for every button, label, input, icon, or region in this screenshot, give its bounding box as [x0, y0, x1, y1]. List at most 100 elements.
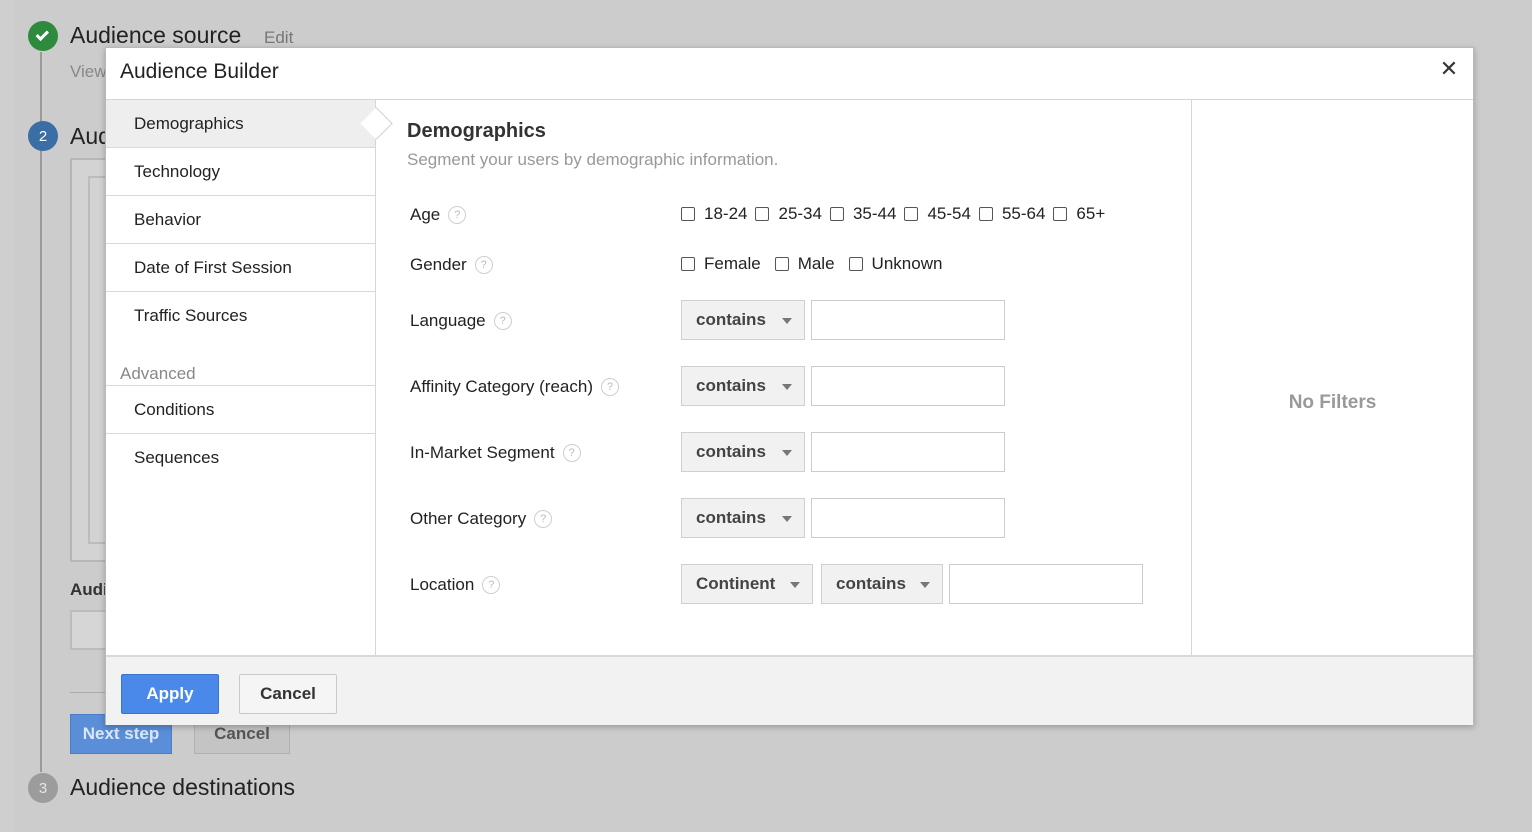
- location-operator-select[interactable]: contains: [821, 564, 943, 604]
- location-label: Location ?: [410, 575, 501, 595]
- help-icon[interactable]: ?: [562, 444, 581, 462]
- help-icon[interactable]: ?: [448, 206, 467, 224]
- checkbox-label: Female: [704, 254, 761, 273]
- cancel-button[interactable]: Cancel: [239, 674, 337, 714]
- help-icon[interactable]: ?: [600, 378, 619, 396]
- age-45-54-checkbox[interactable]: 45-54: [904, 204, 971, 224]
- form-subtitle: Segment your users by demographic inform…: [407, 150, 779, 169]
- checkbox-label: Male: [797, 254, 835, 273]
- in-market-value-input[interactable]: [811, 432, 1005, 472]
- modal-title: Audience Builder: [120, 60, 279, 83]
- checkbox-label: Unknown: [871, 254, 943, 273]
- gender-unknown-checkbox[interactable]: Unknown: [848, 254, 943, 274]
- location-label-text: Location: [410, 575, 475, 594]
- chevron-down-icon: [790, 582, 800, 588]
- other-category-label: Other Category ?: [410, 509, 553, 529]
- checkbox-icon[interactable]: [681, 257, 695, 271]
- demographics-form: Demographics Segment your users by demog…: [376, 100, 1192, 655]
- checkbox-icon[interactable]: [755, 207, 770, 221]
- checkbox-icon[interactable]: [1053, 207, 1068, 221]
- nav-item-behavior[interactable]: Behavior: [106, 196, 375, 244]
- select-value: contains: [836, 574, 906, 593]
- step3-title: Audience destinations: [70, 774, 296, 800]
- checkbox-label: 18-24: [704, 204, 748, 223]
- language-operator-select[interactable]: contains: [681, 300, 805, 340]
- step-complete-check-icon: [28, 21, 58, 51]
- help-icon[interactable]: ?: [474, 256, 493, 274]
- apply-button[interactable]: Apply: [121, 674, 219, 714]
- nav-item-conditions[interactable]: Conditions: [106, 386, 375, 434]
- age-label: Age ?: [410, 205, 467, 225]
- form-title: Demographics: [407, 120, 546, 142]
- chevron-down-icon: [782, 516, 792, 522]
- select-value: contains: [696, 442, 766, 461]
- age-35-44-checkbox[interactable]: 35-44: [829, 204, 897, 224]
- select-value: contains: [696, 376, 766, 395]
- advanced-section: Advanced: [106, 340, 375, 386]
- gender-label-text: Gender: [410, 255, 467, 274]
- affinity-label-text: Affinity Category (reach): [410, 377, 593, 396]
- age-18-24-checkbox[interactable]: 18-24: [681, 204, 747, 224]
- gender-male-checkbox[interactable]: Male: [774, 254, 835, 274]
- nav-item-demographics[interactable]: Demographics: [106, 100, 375, 148]
- checkbox-icon[interactable]: [681, 207, 695, 221]
- step1-title: Audience source: [70, 22, 242, 48]
- audience-name-label: Audi: [70, 580, 108, 599]
- age-25-34-checkbox[interactable]: 25-34: [755, 204, 822, 224]
- help-icon[interactable]: ?: [482, 576, 501, 594]
- checkbox-icon[interactable]: [774, 257, 789, 271]
- select-value: Continent: [696, 574, 776, 593]
- affinity-label: Affinity Category (reach) ?: [410, 377, 619, 397]
- gender-female-checkbox[interactable]: Female: [681, 254, 761, 274]
- other-category-operator-select[interactable]: contains: [681, 498, 805, 538]
- checkbox-label: 35-44: [852, 204, 897, 223]
- no-filters-text: No Filters: [1288, 392, 1377, 413]
- step3-number: 3: [28, 773, 58, 803]
- close-icon[interactable]: ✕: [1439, 58, 1459, 80]
- location-scope-select[interactable]: Continent: [681, 564, 813, 604]
- checkbox-icon[interactable]: [829, 207, 844, 221]
- checkbox-label: 65+: [1076, 204, 1106, 223]
- checkbox-icon[interactable]: [978, 207, 993, 221]
- gender-label: Gender ?: [410, 255, 493, 275]
- in-market-label-text: In-Market Segment: [410, 443, 555, 462]
- filter-summary-panel: No Filters: [1192, 100, 1473, 655]
- language-label: Language ?: [410, 311, 512, 331]
- checkbox-icon[interactable]: [904, 207, 919, 221]
- age-65-plus-checkbox[interactable]: 65+: [1053, 204, 1105, 224]
- category-nav: Demographics Technology Behavior Date of…: [106, 100, 376, 655]
- nav-item-sequences[interactable]: Sequences: [106, 434, 375, 482]
- other-category-label-text: Other Category: [410, 509, 527, 528]
- help-icon[interactable]: ?: [493, 312, 512, 330]
- select-value: contains: [696, 508, 766, 527]
- modal-header: Audience Builder ✕: [106, 48, 1473, 100]
- step-connector-line: [40, 52, 42, 772]
- age-55-64-checkbox[interactable]: 55-64: [978, 204, 1046, 224]
- affinity-operator-select[interactable]: contains: [681, 366, 805, 406]
- language-label-text: Language: [410, 311, 486, 330]
- checkbox-icon[interactable]: [848, 257, 863, 271]
- in-market-operator-select[interactable]: contains: [681, 432, 805, 472]
- chevron-down-icon: [782, 384, 792, 390]
- advanced-section-label: Advanced: [120, 364, 196, 383]
- nav-item-technology[interactable]: Technology: [106, 148, 375, 196]
- step2-number: 2: [28, 121, 58, 151]
- checkbox-label: 45-54: [927, 204, 971, 223]
- chevron-down-icon: [782, 318, 792, 324]
- modal-footer: Apply Cancel: [106, 655, 1473, 725]
- audience-builder-modal: Audience Builder ✕ Demographics Technolo…: [105, 47, 1474, 725]
- nav-item-date-of-first-session[interactable]: Date of First Session: [106, 244, 375, 292]
- step1-view-text: View: [70, 62, 107, 81]
- nav-item-traffic-sources[interactable]: Traffic Sources: [106, 292, 375, 340]
- chevron-down-icon: [782, 450, 792, 456]
- step1-edit-link[interactable]: Edit: [264, 28, 293, 48]
- gender-checkboxes: Female Male Unknown: [681, 254, 950, 274]
- age-checkboxes: 18-24 25-34 35-44 45-54 55-64 65+: [681, 204, 1113, 224]
- other-category-value-input[interactable]: [811, 498, 1005, 538]
- language-value-input[interactable]: [811, 300, 1005, 340]
- affinity-value-input[interactable]: [811, 366, 1005, 406]
- checkbox-label: 25-34: [778, 204, 822, 223]
- location-value-input[interactable]: [949, 564, 1143, 604]
- help-icon[interactable]: ?: [534, 510, 553, 528]
- checkbox-label: 55-64: [1001, 204, 1046, 223]
